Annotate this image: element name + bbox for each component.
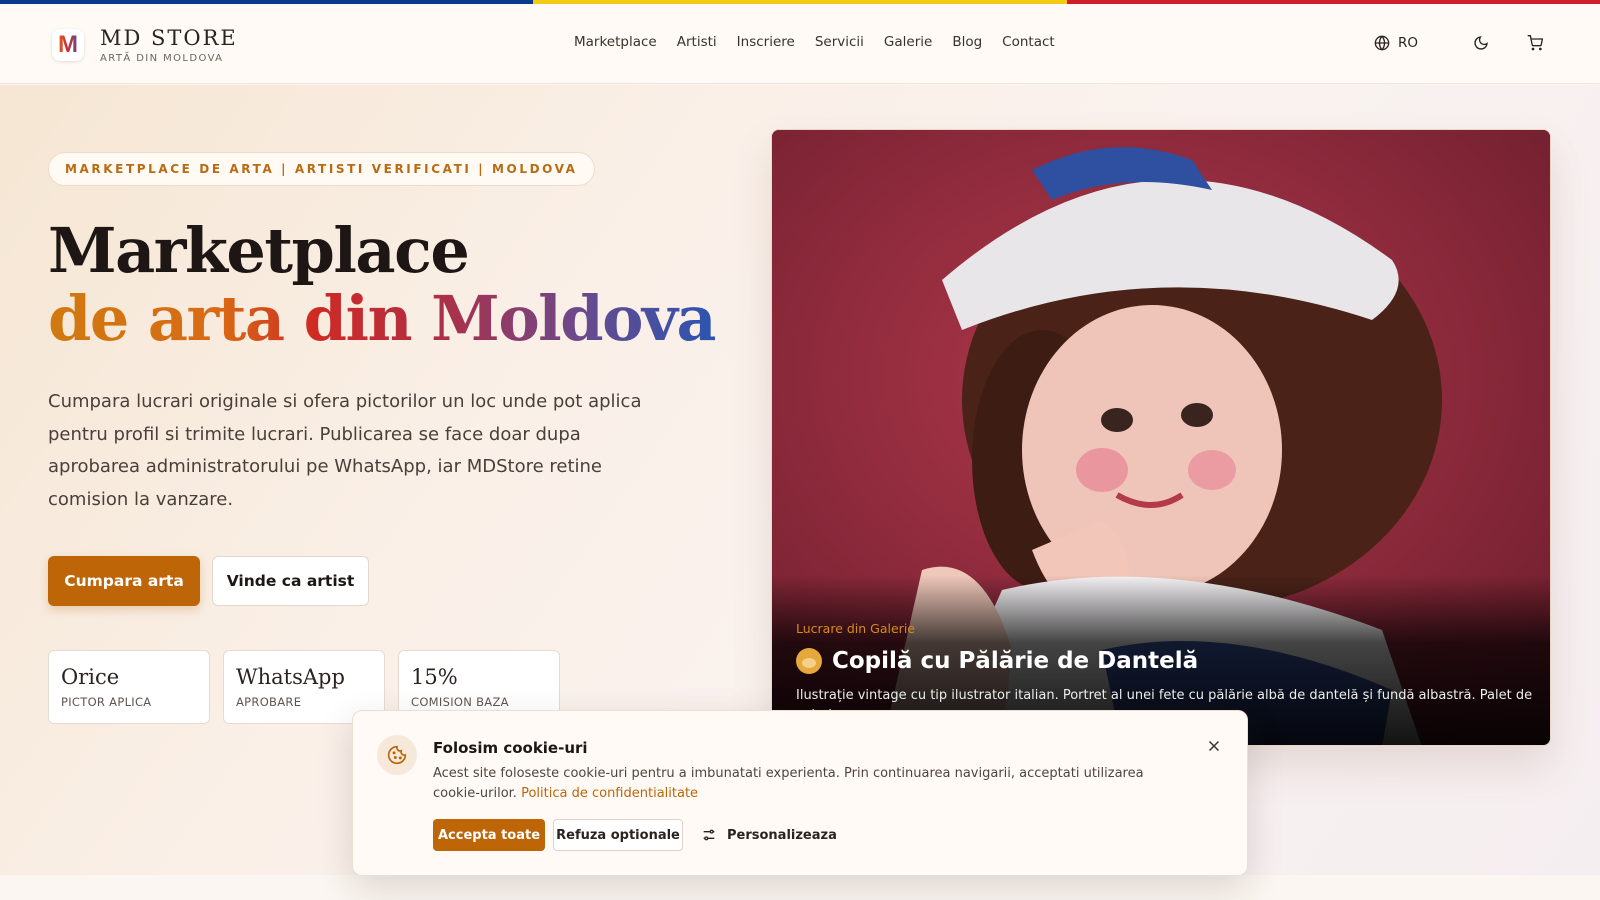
site-header: M MD STORE ARTĂ DIN MOLDOVA Marketplace … bbox=[0, 4, 1600, 84]
theme-toggle[interactable] bbox=[1472, 34, 1490, 52]
stat-value: Orice bbox=[61, 665, 120, 689]
stat-value: 15% bbox=[411, 665, 458, 689]
main-nav: Marketplace Artisti Inscriere Servicii G… bbox=[574, 34, 1075, 50]
language-switcher[interactable]: RO bbox=[1374, 35, 1418, 51]
logo-mark: M bbox=[52, 29, 84, 61]
stat-label: COMISION BAZA bbox=[411, 695, 509, 709]
refuse-optional-button[interactable]: Refuza optionale bbox=[553, 819, 683, 851]
nav-artisti[interactable]: Artisti bbox=[677, 34, 717, 50]
cart-button[interactable] bbox=[1526, 34, 1544, 52]
hero-badge: MARKETPLACE DE ARTA | ARTISTI VERIFICATI… bbox=[48, 152, 595, 186]
brand-subtitle: ARTĂ DIN MOLDOVA bbox=[100, 53, 224, 64]
buy-art-button[interactable]: Cumpara arta bbox=[48, 556, 200, 606]
nav-inscriere[interactable]: Inscriere bbox=[737, 34, 795, 50]
nav-marketplace[interactable]: Marketplace bbox=[574, 34, 657, 50]
customize-button[interactable]: Personalizeaza bbox=[701, 819, 837, 851]
sliders-icon bbox=[703, 829, 715, 841]
cookie-banner: Folosim cookie-uri Acest site foloseste … bbox=[352, 710, 1248, 876]
nav-servicii[interactable]: Servicii bbox=[815, 34, 864, 50]
brand-title: MD STORE bbox=[100, 26, 238, 50]
artwork-title-row: Copilă cu Pălărie de Dantelă bbox=[796, 648, 1198, 674]
privacy-policy-link[interactable]: Politica de confidentialitate bbox=[521, 786, 698, 801]
customize-label: Personalizeaza bbox=[727, 827, 837, 843]
cookie-title: Folosim cookie-uri bbox=[433, 739, 588, 757]
close-icon[interactable] bbox=[1205, 737, 1223, 755]
artwork-title: Copilă cu Pălărie de Dantelă bbox=[832, 648, 1199, 674]
language-label: RO bbox=[1397, 35, 1418, 51]
cookie-icon bbox=[377, 735, 417, 775]
stat-label: APROBARE bbox=[236, 695, 302, 709]
globe-icon bbox=[1374, 35, 1390, 51]
nav-galerie[interactable]: Galerie bbox=[884, 34, 932, 50]
accept-all-button[interactable]: Accepta toate bbox=[433, 819, 545, 851]
artwork-kicker: Lucrare din Galerie bbox=[796, 621, 915, 636]
nav-contact[interactable]: Contact bbox=[1002, 34, 1055, 50]
child-emoji-icon bbox=[796, 648, 822, 674]
stat-value: WhatsApp bbox=[236, 665, 345, 689]
nav-blog[interactable]: Blog bbox=[952, 34, 982, 50]
hero-title-line2: de arta din Moldova bbox=[48, 282, 717, 355]
brand-logo[interactable]: M MD STORE ARTĂ DIN MOLDOVA bbox=[52, 26, 238, 64]
stat-label: PICTOR APLICA bbox=[61, 695, 152, 709]
stat-card: Orice PICTOR APLICA bbox=[48, 650, 210, 724]
logo-letter: M bbox=[52, 29, 84, 61]
cart-icon bbox=[1527, 35, 1543, 51]
cookie-text: Acest site foloseste cookie-uri pentru a… bbox=[433, 764, 1153, 804]
hero-title-line1: Marketplace bbox=[48, 214, 470, 287]
featured-artwork-card[interactable]: Lucrare din Galerie Copilă cu Pălărie de… bbox=[771, 129, 1551, 746]
hero-lead: Cumpara lucrari originale si ofera picto… bbox=[48, 391, 642, 510]
sell-as-artist-button[interactable]: Vinde ca artist bbox=[212, 556, 369, 606]
moon-icon bbox=[1474, 36, 1488, 50]
